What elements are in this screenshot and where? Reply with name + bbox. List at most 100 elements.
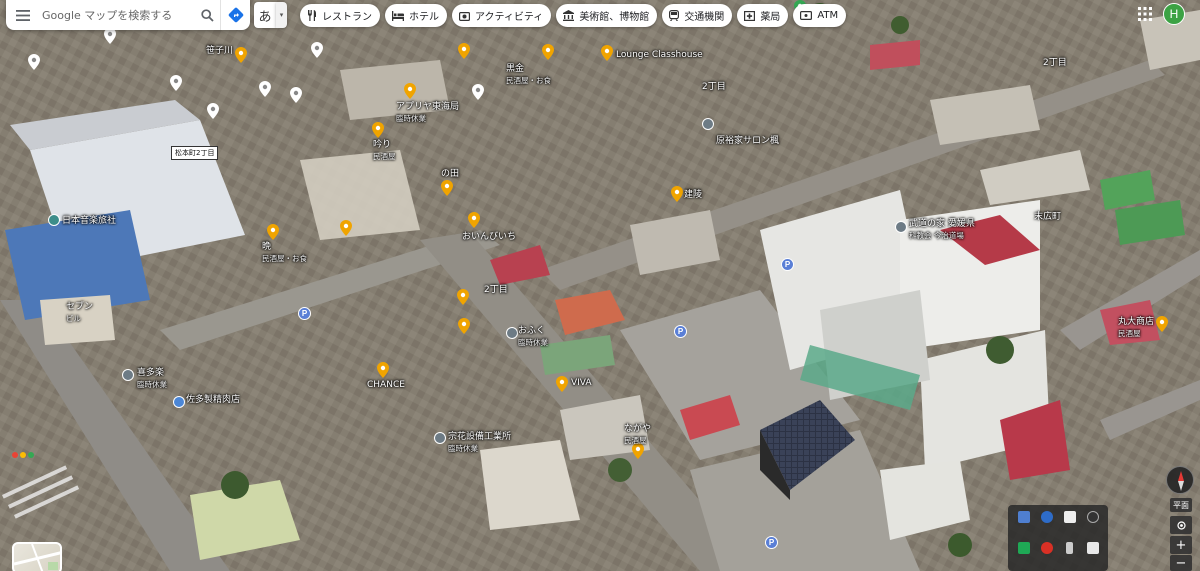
chip-restaurants[interactable]: レストラン	[300, 4, 380, 27]
map-label[interactable]: 丸大商店 民酒屋	[1118, 317, 1154, 339]
restaurant-pin-icon[interactable]	[468, 212, 480, 228]
restaurant-pin-icon[interactable]	[457, 289, 469, 305]
input-method-button[interactable]: あ	[254, 2, 276, 28]
zoom-in-button[interactable]: +	[1170, 536, 1192, 554]
input-method-dropdown[interactable]: ▾	[276, 2, 287, 28]
restaurant-pin-icon[interactable]	[340, 220, 352, 236]
map-label[interactable]: 原裕家サロン楓	[716, 136, 779, 147]
shield-icon[interactable]	[1017, 511, 1030, 523]
aerial-map[interactable]: 松本町2丁目 P P P P 笹子川 アプリヤ東海局 臨時休業 黒金 民酒屋・お食 …	[0, 0, 1200, 571]
restaurant-pin-icon[interactable]	[404, 83, 416, 99]
search-icon[interactable]	[194, 0, 220, 30]
account-avatar[interactable]: H	[1163, 3, 1185, 25]
camera-icon	[459, 11, 470, 21]
travel-agency-icon[interactable]	[48, 214, 60, 226]
dot-icon	[28, 452, 34, 458]
my-location-icon[interactable]	[1170, 516, 1192, 534]
map-label[interactable]: おふく 臨時休業	[518, 326, 548, 348]
restaurant-pin-icon[interactable]	[1156, 316, 1168, 332]
restaurant-pin-icon[interactable]	[671, 186, 683, 202]
chip-transit[interactable]: 交通機関	[662, 4, 733, 27]
map-label[interactable]: 建陵	[684, 190, 702, 201]
location-pin-icon[interactable]	[311, 42, 323, 58]
location-pin-icon[interactable]	[472, 84, 484, 100]
location-pin-icon[interactable]	[207, 103, 219, 119]
map-label[interactable]: の田	[441, 169, 459, 180]
map-label: 2丁目	[484, 285, 508, 295]
restaurant-pin-icon[interactable]	[458, 43, 470, 59]
restaurant-pin-icon[interactable]	[377, 362, 389, 378]
restaurant-pin-icon[interactable]	[542, 44, 554, 60]
layers-thumbnail[interactable]	[12, 542, 62, 571]
location-pin-icon[interactable]	[259, 81, 271, 97]
map-label[interactable]: 武道の家 愛媛県 科教会 今治道場	[909, 219, 975, 241]
chess-icon[interactable]	[1063, 511, 1076, 523]
message-icon[interactable]	[1017, 542, 1030, 554]
map-label: 2丁目	[1043, 58, 1067, 68]
restaurant-pin-icon[interactable]	[235, 47, 247, 63]
directions-icon[interactable]	[220, 0, 250, 30]
usb-icon[interactable]	[1066, 542, 1073, 554]
chip-hotels[interactable]: ホテル	[385, 4, 447, 27]
location-pin-icon[interactable]	[28, 54, 40, 70]
map-label[interactable]: 宗花設備工業所 臨時休業	[448, 432, 511, 454]
search-box	[6, 0, 250, 30]
security-icon[interactable]	[1086, 542, 1099, 554]
map-label[interactable]: 黒金 民酒屋・お食	[506, 64, 551, 86]
location-pin-icon[interactable]	[290, 87, 302, 103]
map-label[interactable]: 晩民酒屋・お食	[262, 242, 307, 264]
shop-icon[interactable]	[506, 327, 518, 339]
map-label[interactable]: 笹子川	[206, 46, 233, 57]
map-label[interactable]: 吟り 民酒屋	[373, 140, 396, 162]
restaurant-pin-icon[interactable]	[441, 180, 453, 196]
map-label[interactable]: ながや 民酒屋	[624, 424, 651, 446]
parking-icon[interactable]: P	[781, 258, 794, 271]
dot-icon	[20, 452, 26, 458]
parking-icon[interactable]: P	[765, 536, 778, 549]
restaurant-pin-icon[interactable]	[556, 376, 568, 392]
business-icon[interactable]	[434, 432, 446, 444]
chip-activities[interactable]: アクティビティ	[452, 4, 552, 27]
target-icon[interactable]	[1086, 511, 1099, 523]
location-pin-icon[interactable]	[170, 75, 182, 91]
restaurant-pin-icon[interactable]	[372, 122, 384, 138]
map-layer-preview-icon	[14, 544, 60, 571]
shop-icon[interactable]	[122, 369, 134, 381]
street-view-toggle[interactable]	[12, 452, 34, 458]
map-label[interactable]: 日本音楽旅社	[62, 216, 116, 227]
zoom-out-button[interactable]: −	[1170, 555, 1192, 571]
view-mode-button[interactable]: 平面	[1170, 498, 1192, 512]
map-label[interactable]: Lounge Classhouse	[616, 50, 703, 61]
map-label[interactable]: 喜多楽 臨時休業	[137, 368, 167, 390]
bluetooth-icon[interactable]	[1040, 511, 1053, 523]
pharmacy-icon	[744, 11, 756, 21]
restaurant-pin-icon[interactable]	[267, 224, 279, 240]
mail-icon[interactable]	[1040, 542, 1053, 554]
category-chips: レストラン ホテル アクティビティ 美術館、博物館 交通機関 薬局 ATM	[300, 4, 847, 27]
map-label[interactable]: CHANCE	[367, 380, 405, 391]
map-label: 末広町	[1034, 212, 1062, 222]
salon-icon[interactable]	[702, 118, 714, 130]
fork-knife-icon	[308, 10, 316, 21]
restaurant-pin-icon[interactable]	[601, 45, 613, 61]
map-label[interactable]: VIVA	[571, 378, 592, 389]
chip-museums[interactable]: 美術館、博物館	[556, 4, 658, 27]
bed-icon	[392, 10, 404, 21]
location-pin-icon[interactable]	[104, 28, 116, 44]
search-input[interactable]	[40, 8, 194, 22]
compass-icon[interactable]	[1166, 466, 1194, 494]
parking-icon[interactable]: P	[674, 325, 687, 338]
menu-icon[interactable]	[6, 0, 40, 30]
map-label[interactable]: おいんびいち	[462, 232, 516, 243]
restaurant-pin-icon[interactable]	[458, 318, 470, 334]
museum-icon	[563, 10, 575, 21]
dojo-icon[interactable]	[895, 221, 907, 233]
parking-icon[interactable]: P	[298, 307, 311, 320]
map-label[interactable]: アプリヤ東海局 臨時休業	[396, 102, 459, 124]
butcher-shop-icon[interactable]	[173, 396, 185, 408]
chip-atm[interactable]: ATM	[793, 4, 847, 27]
map-label: 2丁目	[702, 82, 726, 92]
google-apps-icon[interactable]	[1137, 6, 1153, 22]
map-label[interactable]: 佐多製精肉店	[186, 395, 240, 406]
chip-pharmacy[interactable]: 薬局	[737, 4, 789, 27]
